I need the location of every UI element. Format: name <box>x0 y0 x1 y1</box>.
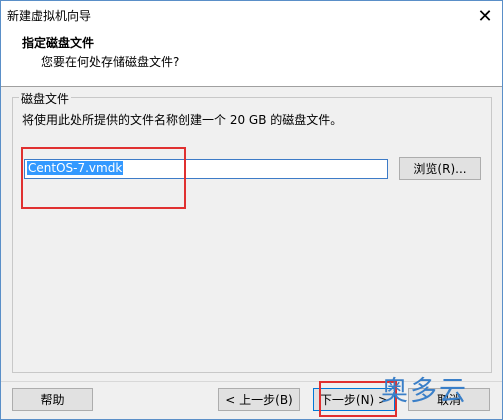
title-bar: 新建虚拟机向导 ✕ <box>1 1 502 31</box>
page-title: 指定磁盘文件 <box>22 36 95 50</box>
groupbox-legend: 磁盘文件 <box>19 90 72 107</box>
selected-filename-text: CentOS-7.vmdk <box>27 161 124 175</box>
disk-file-description: 将使用此处所提供的文件名称创建一个 20 GB 的磁盘文件。 <box>22 113 343 127</box>
back-button[interactable]: < 上一步(B) <box>218 388 300 411</box>
close-icon[interactable]: ✕ <box>468 1 502 31</box>
disk-filename-input[interactable]: CentOS-7.vmdk <box>24 159 388 179</box>
watermark-logo: 奥多云 <box>381 376 468 407</box>
window-title: 新建虚拟机向导 <box>7 9 92 23</box>
help-button[interactable]: 帮助 <box>12 388 93 411</box>
browse-button[interactable]: 浏览(R)... <box>399 157 481 180</box>
wizard-header: 指定磁盘文件 您要在何处存储磁盘文件? <box>1 31 502 87</box>
wizard-window: 新建虚拟机向导 ✕ 指定磁盘文件 您要在何处存储磁盘文件? 磁盘文件 将使用此处… <box>0 0 503 420</box>
page-subtitle: 您要在何处存储磁盘文件? <box>41 55 180 69</box>
disk-file-groupbox: 磁盘文件 将使用此处所提供的文件名称创建一个 20 GB 的磁盘文件。 Cent… <box>12 90 492 373</box>
